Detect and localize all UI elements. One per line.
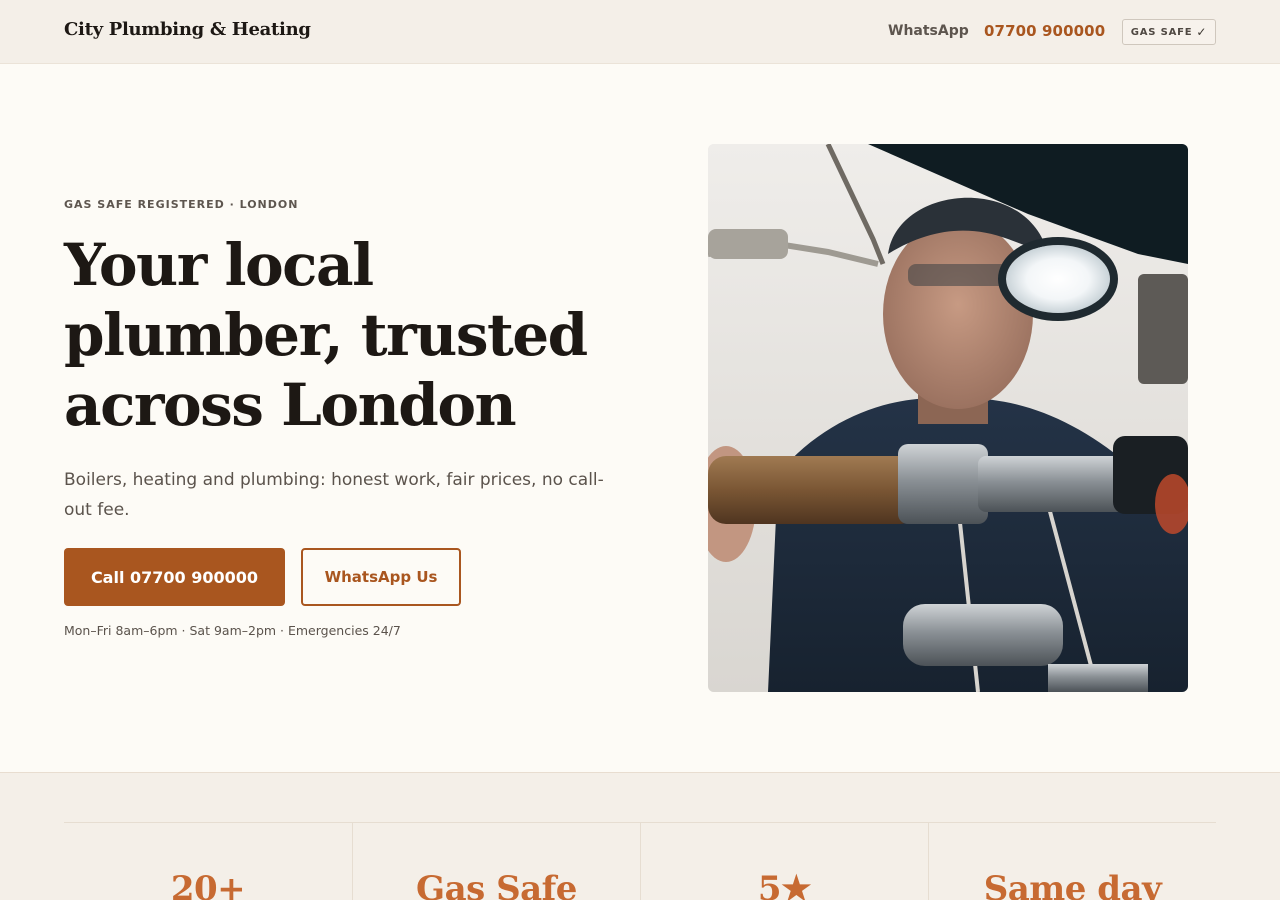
- gas-safe-badge: GAS SAFE ✓: [1122, 19, 1216, 45]
- stat-item: 5★: [640, 823, 928, 900]
- stat-value: Gas Safe: [416, 869, 577, 900]
- hero-photo: [708, 144, 1188, 692]
- stat-value: 5★: [757, 869, 812, 900]
- site-header: City Plumbing & Heating WhatsApp 07700 9…: [0, 0, 1280, 64]
- gas-safe-badge-label: GAS SAFE: [1130, 26, 1193, 38]
- check-icon: ✓: [1196, 25, 1208, 39]
- stats-row: 20+ Gas Safe 5★ Same day: [64, 822, 1216, 900]
- stats-band: 20+ Gas Safe 5★ Same day: [0, 772, 1280, 900]
- stat-item: Gas Safe: [352, 823, 640, 900]
- brand-logo[interactable]: City Plumbing & Heating: [64, 19, 311, 40]
- opening-hours: Mon–Fri 8am–6pm · Sat 9am–2pm · Emergenc…: [64, 623, 401, 638]
- whatsapp-button[interactable]: WhatsApp Us: [301, 548, 461, 606]
- nav-phone-link[interactable]: 07700 900000: [984, 22, 1105, 40]
- hero-subtitle: Boilers, heating and plumbing: honest wo…: [64, 470, 604, 520]
- plumber-photo-illustration: [708, 144, 1188, 692]
- stat-item: Same day: [928, 823, 1216, 900]
- stat-item: 20+: [64, 823, 352, 900]
- stat-value: 20+: [170, 869, 246, 900]
- nav-whatsapp-link[interactable]: WhatsApp: [888, 23, 969, 39]
- hero-title: Your local plumber, trusted across Londo…: [64, 231, 588, 439]
- stat-value: Same day: [983, 869, 1162, 900]
- call-button[interactable]: Call 07700 900000: [64, 548, 285, 606]
- hero-eyebrow: GAS SAFE REGISTERED · LONDON: [64, 198, 299, 211]
